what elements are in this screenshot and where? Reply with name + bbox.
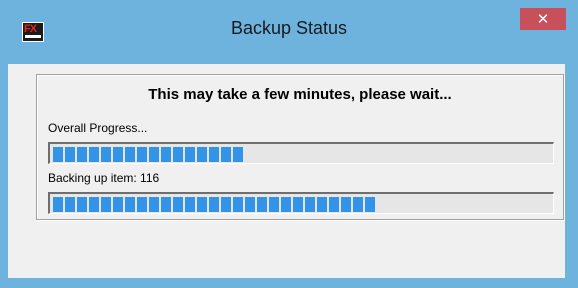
title-bar[interactable]: FX Backup Status ✕ <box>0 0 578 64</box>
wait-message: This may take a few minutes, please wait… <box>148 86 452 103</box>
close-button[interactable]: ✕ <box>520 8 566 30</box>
item-progress-label: Backing up item: 116 <box>48 171 160 185</box>
overall-progress-fill <box>53 147 243 162</box>
overall-progress-label: Overall Progress... <box>48 121 148 135</box>
backup-status-window: FX Backup Status ✕ This may take a few m… <box>0 0 578 288</box>
item-progress-bar <box>48 192 554 214</box>
close-icon: ✕ <box>536 10 550 28</box>
overall-progress-bar <box>48 142 554 164</box>
window-title: Backup Status <box>230 18 348 38</box>
item-progress-fill <box>53 197 375 212</box>
